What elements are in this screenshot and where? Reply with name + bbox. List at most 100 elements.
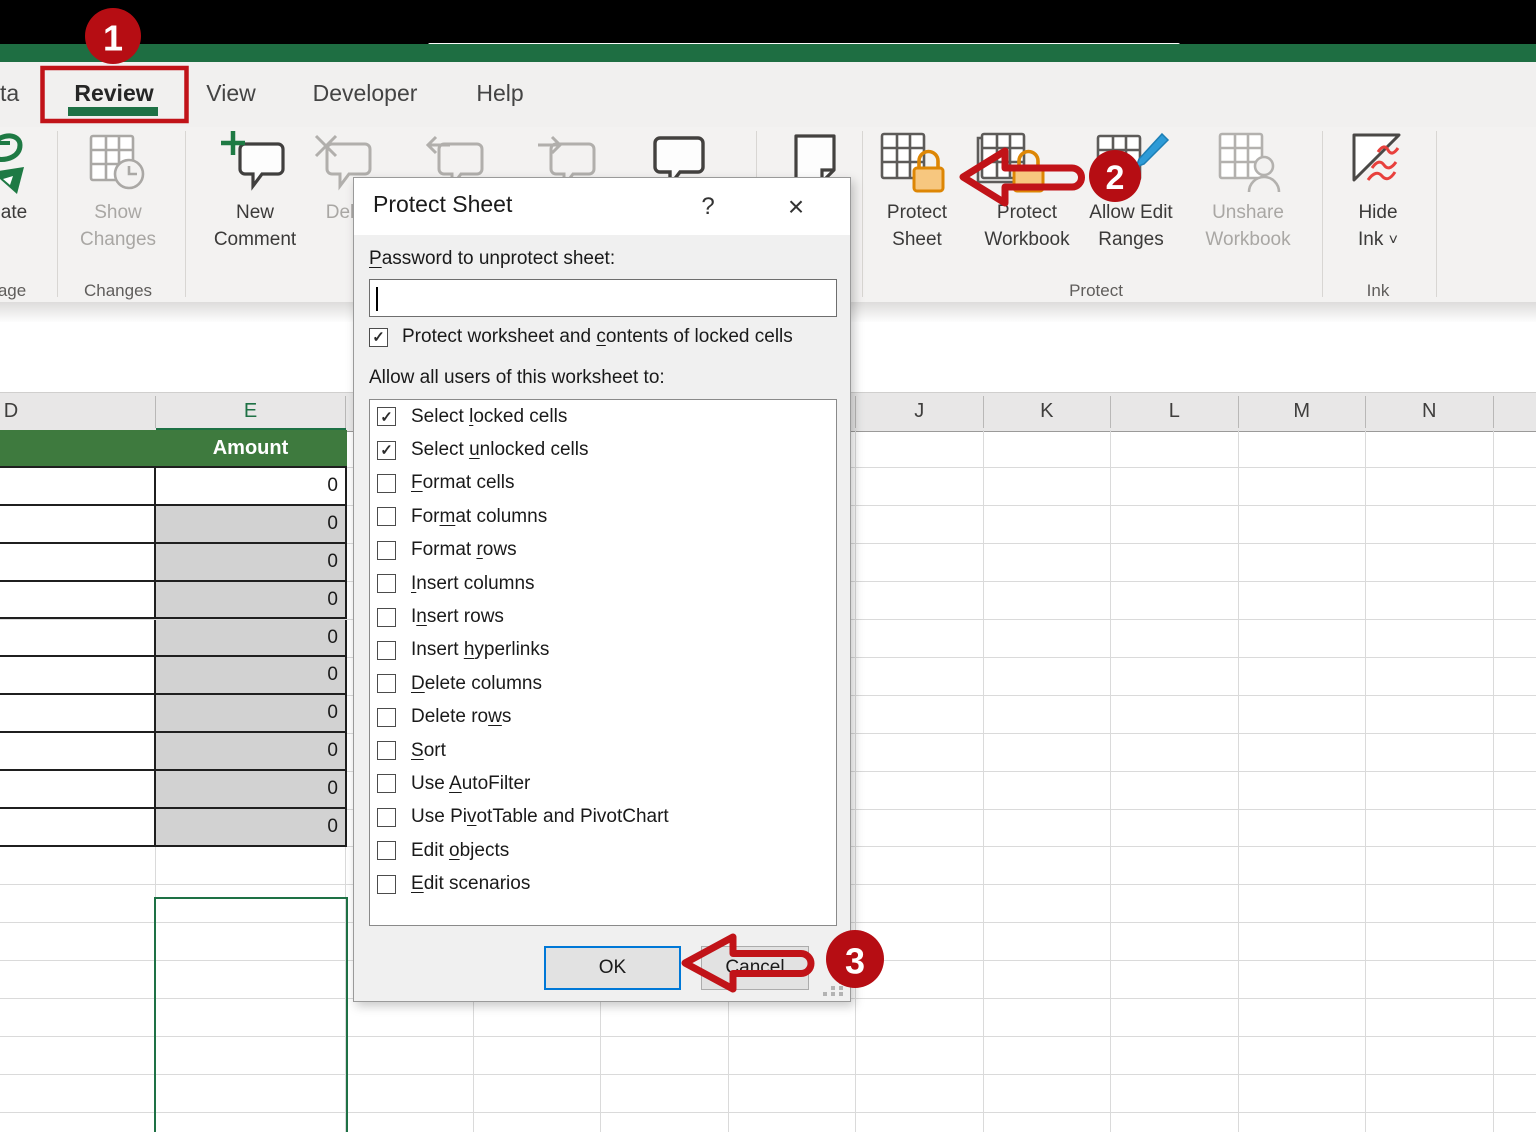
- amount-cell[interactable]: 0: [155, 657, 347, 696]
- permission-option-edit-scenarios[interactable]: Edit scenarios: [370, 867, 836, 900]
- permission-option-use-pivottable-and-pivotchart[interactable]: Use PivotTable and PivotChart: [370, 801, 836, 834]
- permission-option-label: Edit scenarios: [411, 873, 531, 895]
- ribbon-tab-row: ta Review View Developer Help: [0, 62, 1536, 127]
- gridline: [1110, 430, 1111, 1132]
- ok-button[interactable]: OK: [544, 946, 681, 990]
- permission-option-label: Format columns: [411, 505, 548, 527]
- amount-header-cell[interactable]: Amount: [156, 430, 346, 466]
- checkbox-unchecked-icon[interactable]: [377, 607, 396, 627]
- protect-workbook-label-1: Protect: [996, 202, 1058, 223]
- amount-cell[interactable]: 0: [155, 695, 347, 734]
- table-cell-d[interactable]: [0, 543, 156, 582]
- permission-option-select-locked-cells[interactable]: ✓ Select locked cells: [370, 400, 836, 433]
- tab-review[interactable]: Review: [68, 62, 160, 127]
- amount-cell[interactable]: 0: [155, 543, 347, 582]
- table-cell-d[interactable]: [0, 809, 156, 847]
- tab-data-partial[interactable]: ta: [0, 62, 19, 127]
- table-cell-d[interactable]: [0, 733, 156, 772]
- amount-cell[interactable]: 0: [155, 581, 347, 620]
- protect-sheet-icon[interactable]: [878, 130, 956, 196]
- tab-view[interactable]: View: [196, 62, 266, 127]
- table-cell-d[interactable]: [0, 657, 156, 696]
- translate-icon[interactable]: [0, 130, 40, 200]
- table-cell-d[interactable]: [0, 581, 156, 620]
- amount-cell[interactable]: 0: [155, 733, 347, 772]
- protect-worksheet-option[interactable]: ✓ Protect worksheet and contents of lock…: [369, 326, 793, 348]
- amount-cell[interactable]: 0: [155, 809, 347, 847]
- permission-option-label: Use AutoFilter: [411, 772, 531, 794]
- checkbox-unchecked-icon[interactable]: [377, 640, 396, 660]
- dialog-close-button[interactable]: ×: [772, 178, 820, 235]
- table-cell-d[interactable]: [0, 505, 156, 544]
- resize-grip-icon[interactable]: [823, 980, 845, 996]
- table-cell-d[interactable]: [0, 619, 156, 658]
- permission-option-label: Insert rows: [411, 606, 504, 628]
- allow-edit-ranges-icon[interactable]: [1094, 130, 1172, 196]
- gridline: [0, 1111, 1536, 1113]
- checkbox-unchecked-icon[interactable]: [377, 574, 396, 594]
- checkbox-unchecked-icon[interactable]: [377, 741, 396, 761]
- hide-ink-icon[interactable]: [1346, 130, 1410, 194]
- checkbox-unchecked-icon[interactable]: [377, 774, 396, 794]
- column-header-d[interactable]: D: [0, 393, 28, 429]
- gridline: [1237, 430, 1239, 1132]
- translate-label-partial: ate: [0, 202, 28, 223]
- permission-option-select-unlocked-cells[interactable]: ✓ Select unlocked cells: [370, 433, 836, 466]
- column-header-l[interactable]: L: [1111, 393, 1239, 429]
- permission-option-format-columns[interactable]: Format columns: [370, 500, 836, 533]
- amount-cell[interactable]: 0: [155, 771, 347, 809]
- permission-option-label: Select unlocked cells: [411, 439, 589, 461]
- column-header-n[interactable]: N: [1366, 393, 1494, 429]
- column-header-separator: [1365, 396, 1366, 428]
- dialog-help-button[interactable]: ?: [684, 178, 732, 235]
- table-cell-d[interactable]: [0, 771, 156, 809]
- changes-group-label: Changes: [83, 281, 153, 300]
- permission-option-label: Sort: [411, 739, 446, 761]
- permission-option-format-cells[interactable]: Format cells: [370, 467, 836, 500]
- permission-option-format-rows[interactable]: Format rows: [370, 534, 836, 567]
- amount-cell[interactable]: 0: [155, 619, 347, 658]
- column-header-j[interactable]: J: [856, 393, 984, 429]
- amount-cell[interactable]: 0: [155, 467, 347, 506]
- permission-option-sort[interactable]: Sort: [370, 734, 836, 767]
- new-comment-icon[interactable]: [221, 130, 289, 196]
- table-cell-d[interactable]: [0, 695, 156, 734]
- protect-sheet-dialog: Protect Sheet ? × Password to unprotect …: [353, 177, 851, 1002]
- checkbox-unchecked-icon[interactable]: [377, 874, 396, 894]
- group-separator: [185, 131, 186, 297]
- permission-option-edit-objects[interactable]: Edit objects: [370, 834, 836, 867]
- cancel-button[interactable]: Cancel: [701, 946, 809, 990]
- column-header-separator: [982, 396, 984, 428]
- permission-option-delete-columns[interactable]: Delete columns: [370, 667, 836, 700]
- permission-option-insert-columns[interactable]: Insert columns: [370, 567, 836, 600]
- table-cell-d[interactable]: [0, 467, 156, 506]
- permission-option-delete-rows[interactable]: Delete rows: [370, 701, 836, 734]
- column-header-separator: [345, 396, 346, 428]
- password-input[interactable]: [369, 279, 837, 317]
- permission-option-insert-hyperlinks[interactable]: Insert hyperlinks: [370, 634, 836, 667]
- checkbox-checked-icon[interactable]: ✓: [369, 327, 388, 347]
- gridline: [0, 1073, 1536, 1075]
- amount-cell[interactable]: 0: [155, 505, 347, 544]
- checkbox-unchecked-icon[interactable]: [377, 841, 396, 861]
- dropdown-caret-icon[interactable]: ˅: [1389, 232, 1398, 249]
- checkbox-checked-icon[interactable]: ✓: [377, 407, 396, 427]
- checkbox-unchecked-icon[interactable]: [377, 507, 396, 527]
- column-header-k[interactable]: K: [983, 393, 1111, 429]
- checkbox-unchecked-icon[interactable]: [377, 473, 396, 493]
- tab-help[interactable]: Help: [455, 62, 545, 127]
- column-header-m[interactable]: M: [1238, 393, 1366, 429]
- permission-option-use-autofilter[interactable]: Use AutoFilter: [370, 767, 836, 800]
- protect-workbook-icon[interactable]: [976, 130, 1054, 196]
- checkbox-unchecked-icon[interactable]: [377, 674, 396, 694]
- titlebar-black: [0, 0, 1536, 44]
- permission-option-insert-rows[interactable]: Insert rows: [370, 600, 836, 633]
- tab-developer[interactable]: Developer: [300, 62, 430, 127]
- checkbox-unchecked-icon[interactable]: [377, 707, 396, 727]
- protect-workbook-label-2: Workbook: [984, 229, 1070, 250]
- checkbox-unchecked-icon[interactable]: [377, 807, 396, 827]
- checkbox-checked-icon[interactable]: ✓: [377, 440, 396, 460]
- selection-border: [153, 896, 348, 1132]
- column-header-e[interactable]: E: [156, 393, 346, 429]
- checkbox-unchecked-icon[interactable]: [377, 540, 396, 560]
